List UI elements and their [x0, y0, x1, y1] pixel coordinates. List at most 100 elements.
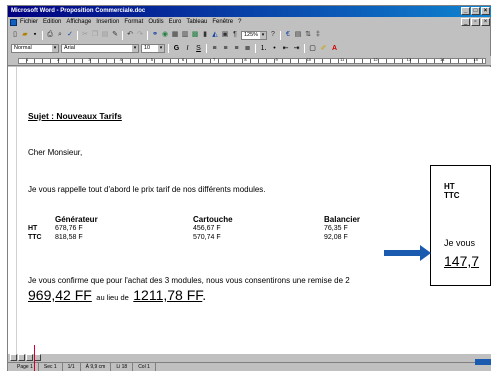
callout-text: Je vous [444, 238, 476, 248]
align-right-icon[interactable]: ≡ [232, 44, 241, 53]
align-center-icon[interactable]: ≡ [221, 44, 230, 53]
view-bar [8, 354, 491, 362]
print-preview-icon[interactable]: ⌕ [56, 31, 64, 39]
ruler-number: 11 [340, 57, 345, 62]
justify-icon[interactable]: ≣ [243, 44, 252, 53]
menu-fichier[interactable]: Fichier [20, 17, 38, 28]
font-value: Arial [64, 44, 76, 51]
document-icon[interactable] [10, 19, 17, 26]
font-size-select[interactable]: 10 [141, 43, 165, 53]
zoom-select[interactable]: 125% [241, 30, 267, 40]
insert-excel-icon[interactable]: ▩ [191, 31, 199, 39]
callout-ttc: TTC [444, 191, 460, 200]
menu-help[interactable]: ? [238, 17, 241, 28]
sort-icon[interactable]: ⇅ [304, 31, 312, 39]
status-col: Col 1 [133, 363, 156, 371]
ruler-number: 3 [88, 57, 91, 62]
insert-table-icon[interactable]: ▥ [181, 31, 189, 39]
font-select[interactable]: Arial [61, 43, 139, 53]
redo-icon[interactable]: ↷ [136, 31, 144, 39]
highlight-icon[interactable]: ✐ [319, 44, 328, 53]
style-value: Normal [14, 44, 32, 51]
horizontal-ruler[interactable]: 1 2 3 4 5 6 7 8 9 10 11 12 13 14 15 [8, 56, 491, 66]
ruler-number: 4 [119, 57, 122, 62]
normal-view-button[interactable] [10, 354, 17, 361]
bullets-icon[interactable]: • [270, 44, 279, 53]
ruler-number: 13 [406, 57, 412, 62]
document-area[interactable]: Sujet : Nouveaux Tarifs Cher Monsieur, J… [8, 67, 491, 354]
doc-restore-button[interactable]: ▫ [471, 18, 480, 26]
ruler-number: 9 [275, 57, 278, 62]
web-view-button[interactable] [18, 354, 25, 361]
table-cell: 818,58 F [55, 234, 83, 241]
arrow-callout-icon [384, 245, 431, 261]
euro-table-icon[interactable]: ▤ [294, 31, 302, 39]
menu-affichage[interactable]: Affichage [66, 17, 91, 28]
callout-ht-ttc: HT TTC [444, 182, 460, 200]
menu-format[interactable]: Format [124, 17, 143, 28]
menu-outils[interactable]: Outils [148, 17, 163, 28]
toolbar-separator [77, 30, 78, 40]
standard-toolbar: ▯ ▰ ▪ ⎙ ⌕ ✓ ✂ ❐ ▤ ✎ ↶ ↷ ⚭ ◉ ▦ ▥ ▩ ▮ ◭ ▣ … [8, 29, 491, 41]
close-button[interactable]: × [481, 7, 490, 15]
print-icon[interactable]: ⎙ [46, 31, 54, 39]
increase-indent-icon[interactable]: ⇥ [292, 44, 301, 53]
ruler-number: 10 [306, 57, 312, 62]
table-cell: 570,74 F [193, 234, 221, 241]
euro-icon[interactable]: € [284, 31, 292, 39]
confirmation-paragraph: Je vous confirme que pour l'achat des 3 … [28, 276, 350, 285]
numbering-icon[interactable]: ⒈ [259, 44, 268, 53]
menu-edition[interactable]: Edition [43, 17, 61, 28]
show-hide-icon[interactable]: ¶ [231, 31, 239, 39]
help-icon[interactable]: ? [269, 31, 277, 39]
underline-button[interactable]: S [194, 44, 203, 53]
page-view-button[interactable] [26, 354, 33, 361]
web-toolbar-icon[interactable]: ◉ [161, 31, 169, 39]
total-old: 1211,78 FF [133, 287, 203, 303]
ruler-number: 2 [57, 57, 60, 62]
ruler-number: 5 [150, 57, 153, 62]
style-select[interactable]: Normal [11, 43, 59, 53]
border-icon[interactable]: ▢ [308, 44, 317, 53]
toolbar-separator [168, 43, 169, 53]
doc-minimize-button[interactable]: _ [461, 18, 470, 26]
subject-line: Sujet : Nouveaux Tarifs [28, 111, 122, 121]
font-color-icon[interactable]: A [330, 44, 339, 53]
columns-icon[interactable]: ▮ [201, 31, 209, 39]
undo-icon[interactable]: ↶ [126, 31, 134, 39]
doc-close-button[interactable]: × [481, 18, 490, 26]
copy-icon[interactable]: ❐ [91, 31, 99, 39]
table-cell: 92,08 F [324, 234, 348, 241]
menu-fenetre[interactable]: Fenêtre [212, 17, 233, 28]
maximize-button[interactable]: □ [471, 7, 480, 15]
tables-borders-icon[interactable]: ▦ [171, 31, 179, 39]
menu-insertion[interactable]: Insertion [96, 17, 119, 28]
bold-button[interactable]: G [172, 44, 181, 53]
cut-icon[interactable]: ✂ [81, 31, 89, 39]
format-painter-icon[interactable]: ✎ [111, 31, 119, 39]
menu-tableau[interactable]: Tableau [186, 17, 207, 28]
drawing-icon[interactable]: ◭ [211, 31, 219, 39]
decrease-indent-icon[interactable]: ⇤ [281, 44, 290, 53]
open-folder-icon[interactable]: ▰ [21, 31, 29, 39]
hyperlink-icon[interactable]: ⚭ [151, 31, 159, 39]
save-icon[interactable]: ▪ [31, 31, 39, 39]
paste-icon[interactable]: ▤ [101, 31, 109, 39]
italic-button[interactable]: I [183, 44, 192, 53]
table-cell: 456,67 F [193, 225, 221, 232]
spelling-icon[interactable]: ✓ [66, 31, 74, 39]
callout-ht: HT [444, 182, 455, 191]
new-document-icon[interactable]: ▯ [11, 31, 19, 39]
ruler-number: 8 [244, 57, 247, 62]
align-left-icon[interactable]: ≡ [210, 44, 219, 53]
intro-paragraph: Je vous rappelle tout d'abord le prix ta… [28, 185, 266, 194]
euro-convert-icon[interactable]: ‡ [314, 31, 322, 39]
minimize-button[interactable]: _ [461, 7, 470, 15]
pointer-line [34, 345, 35, 371]
arrow-statusbar-icon [475, 359, 491, 365]
outline-view-button[interactable] [34, 354, 41, 361]
row-label-ht: HT [28, 225, 38, 232]
menu-euro[interactable]: Euro [169, 17, 182, 28]
window-title: Microsoft Word - Proposition Commerciale… [11, 8, 146, 14]
document-map-icon[interactable]: ▣ [221, 31, 229, 39]
